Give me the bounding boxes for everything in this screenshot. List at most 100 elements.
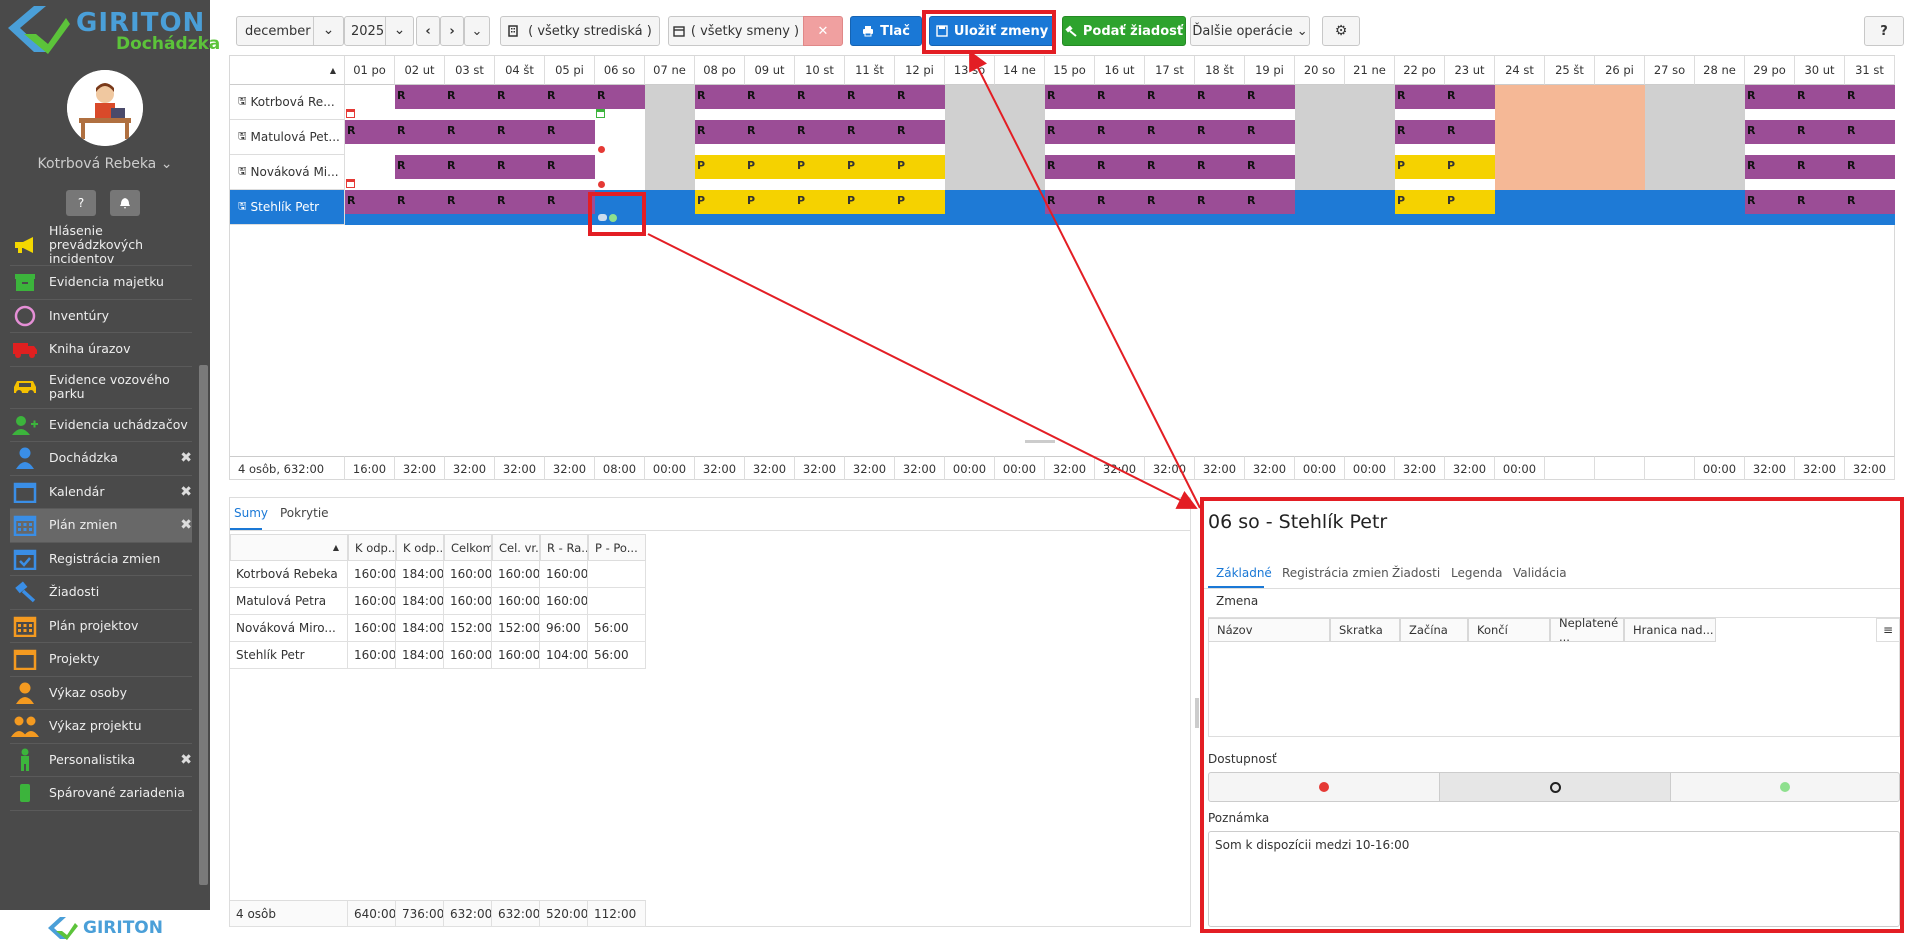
shift-cell[interactable]: R bbox=[895, 85, 945, 120]
submit-request-button[interactable]: Podať žiadosť bbox=[1062, 16, 1186, 46]
day-header[interactable]: 06 so bbox=[595, 56, 645, 85]
sidebar-item-projekty[interactable]: Projekty bbox=[10, 643, 192, 677]
month-select[interactable]: december ⌄ bbox=[236, 16, 344, 46]
sort-name-header[interactable]: ▲ bbox=[230, 534, 348, 561]
shift-cell[interactable]: P bbox=[795, 155, 845, 190]
day-header[interactable]: 24 st bbox=[1495, 56, 1545, 85]
sidebar-item-personalistika[interactable]: Personalistika ✖ bbox=[10, 744, 192, 777]
shift-cell[interactable]: R bbox=[795, 120, 845, 155]
sidebar-item-žiadosti[interactable]: Žiadosti bbox=[10, 576, 192, 610]
shift-cell[interactable]: R bbox=[795, 85, 845, 120]
day-header[interactable]: 19 pi bbox=[1245, 56, 1295, 85]
sidebar-item-spárované-zariadenia[interactable]: Spárované zariadenia bbox=[10, 777, 192, 811]
shift-cell[interactable]: R bbox=[1845, 120, 1895, 155]
shift-cell[interactable]: P bbox=[845, 155, 895, 190]
shift-cell[interactable]: R bbox=[1245, 120, 1295, 155]
shift-cell[interactable] bbox=[645, 120, 695, 155]
shift-cell[interactable] bbox=[1345, 190, 1395, 225]
sort-name-header[interactable]: ▲ bbox=[230, 56, 345, 85]
sidebar-item-plán-projektov[interactable]: Plán projektov bbox=[10, 610, 192, 643]
avatar[interactable] bbox=[67, 70, 143, 146]
day-header[interactable]: 17 st bbox=[1145, 56, 1195, 85]
shift-cell[interactable] bbox=[1695, 155, 1745, 190]
shift-table-column-header[interactable]: Končí bbox=[1468, 618, 1550, 642]
close-icon[interactable]: ✖ bbox=[180, 752, 192, 768]
day-header[interactable]: 21 ne bbox=[1345, 56, 1395, 85]
shift-cell[interactable]: R bbox=[1745, 155, 1795, 190]
shift-cell[interactable]: R bbox=[1745, 190, 1795, 225]
shift-cell[interactable]: R bbox=[1095, 190, 1145, 225]
close-icon[interactable]: ✖ bbox=[180, 517, 192, 533]
shift-cell[interactable]: R bbox=[1745, 85, 1795, 120]
shift-cell[interactable] bbox=[1345, 120, 1395, 155]
help-button[interactable]: ? bbox=[66, 190, 96, 216]
shift-cell[interactable] bbox=[1545, 155, 1595, 190]
shift-cell[interactable]: R bbox=[845, 120, 895, 155]
shift-cell[interactable]: R bbox=[495, 120, 545, 155]
sums-column-header[interactable]: K odp... bbox=[396, 534, 444, 561]
shift-cell[interactable]: P bbox=[1445, 190, 1495, 225]
shift-cell[interactable]: R bbox=[395, 120, 445, 155]
shift-cell[interactable]: R bbox=[1045, 85, 1095, 120]
shift-cell[interactable]: R bbox=[545, 85, 595, 120]
shift-cell[interactable]: P bbox=[795, 190, 845, 225]
shift-filter-button[interactable]: ( všetky smeny ) bbox=[668, 16, 804, 46]
day-header[interactable]: 01 po bbox=[345, 56, 395, 85]
shift-cell[interactable]: R bbox=[395, 85, 445, 120]
shift-cell[interactable] bbox=[1645, 155, 1695, 190]
shift-cell[interactable]: R bbox=[1145, 190, 1195, 225]
detail-tab-žiadosti[interactable]: Žiadosti bbox=[1392, 566, 1440, 580]
shift-cell[interactable]: R bbox=[1195, 190, 1245, 225]
sums-row-name[interactable]: Kotrbová Rebeka bbox=[230, 561, 348, 588]
shift-cell[interactable]: R bbox=[1095, 85, 1145, 120]
shift-cell[interactable] bbox=[1495, 120, 1545, 155]
tab-pokrytie[interactable]: Pokrytie bbox=[280, 506, 329, 520]
shift-cell[interactable]: P bbox=[1395, 155, 1445, 190]
shift-cell[interactable]: R bbox=[1195, 120, 1245, 155]
shift-cell[interactable]: R bbox=[345, 190, 395, 225]
shift-cell[interactable]: R bbox=[1395, 120, 1445, 155]
tab-sumy[interactable]: Sumy bbox=[234, 506, 268, 520]
shift-cell[interactable] bbox=[645, 155, 695, 190]
day-header[interactable]: 26 pi bbox=[1595, 56, 1645, 85]
day-header[interactable]: 03 st bbox=[445, 56, 495, 85]
shift-cell[interactable] bbox=[645, 85, 695, 120]
shift-cell[interactable] bbox=[995, 190, 1045, 225]
shift-cell[interactable]: P bbox=[745, 190, 795, 225]
shift-cell[interactable] bbox=[945, 190, 995, 225]
more-operations-button[interactable]: Ďalšie operácie ⌄ bbox=[1190, 16, 1310, 46]
shift-cell[interactable]: R bbox=[1095, 120, 1145, 155]
shift-cell[interactable]: R bbox=[1245, 85, 1295, 120]
settings-button[interactable]: ⚙ bbox=[1322, 16, 1360, 46]
close-icon[interactable]: ✖ bbox=[180, 484, 192, 500]
day-header[interactable]: 16 ut bbox=[1095, 56, 1145, 85]
day-header[interactable]: 12 pi bbox=[895, 56, 945, 85]
sums-column-header[interactable]: K odp... bbox=[348, 534, 396, 561]
shift-cell[interactable]: R bbox=[1745, 120, 1795, 155]
shift-cell[interactable] bbox=[645, 190, 695, 225]
shift-cell[interactable]: R bbox=[1845, 155, 1895, 190]
sidebar-item-kalendár[interactable]: Kalendár ✖ bbox=[10, 476, 192, 509]
shift-cell[interactable]: R bbox=[1395, 85, 1445, 120]
day-header[interactable]: 27 so bbox=[1645, 56, 1695, 85]
shift-cell[interactable] bbox=[945, 155, 995, 190]
shift-table-column-header[interactable]: Neplatené ... bbox=[1550, 616, 1624, 644]
save-changes-button[interactable]: Uložiť zmeny bbox=[929, 16, 1055, 46]
shift-cell[interactable] bbox=[1545, 85, 1595, 120]
shift-cell[interactable] bbox=[1545, 190, 1595, 225]
sidebar-item-dochádzka[interactable]: Dochádzka ✖ bbox=[10, 442, 192, 476]
availability-neutral-button[interactable] bbox=[1439, 772, 1671, 802]
shift-cell[interactable]: R bbox=[1795, 85, 1845, 120]
shift-cell[interactable] bbox=[945, 85, 995, 120]
shift-cell[interactable] bbox=[1295, 85, 1345, 120]
day-header[interactable]: 30 ut bbox=[1795, 56, 1845, 85]
day-header[interactable]: 29 po bbox=[1745, 56, 1795, 85]
notifications-button[interactable] bbox=[110, 190, 140, 216]
sums-row-name[interactable]: Matulová Petra bbox=[230, 588, 348, 615]
year-select[interactable]: 2025 ⌄ bbox=[344, 16, 414, 46]
availability-unavailable-button[interactable] bbox=[1208, 772, 1440, 802]
shift-cell[interactable] bbox=[1345, 155, 1395, 190]
shift-cell[interactable]: P bbox=[695, 155, 745, 190]
employee-row-name[interactable]: 🖫 Matulová Pet... bbox=[230, 120, 345, 155]
shift-table-column-header[interactable]: Skratka bbox=[1330, 618, 1400, 642]
